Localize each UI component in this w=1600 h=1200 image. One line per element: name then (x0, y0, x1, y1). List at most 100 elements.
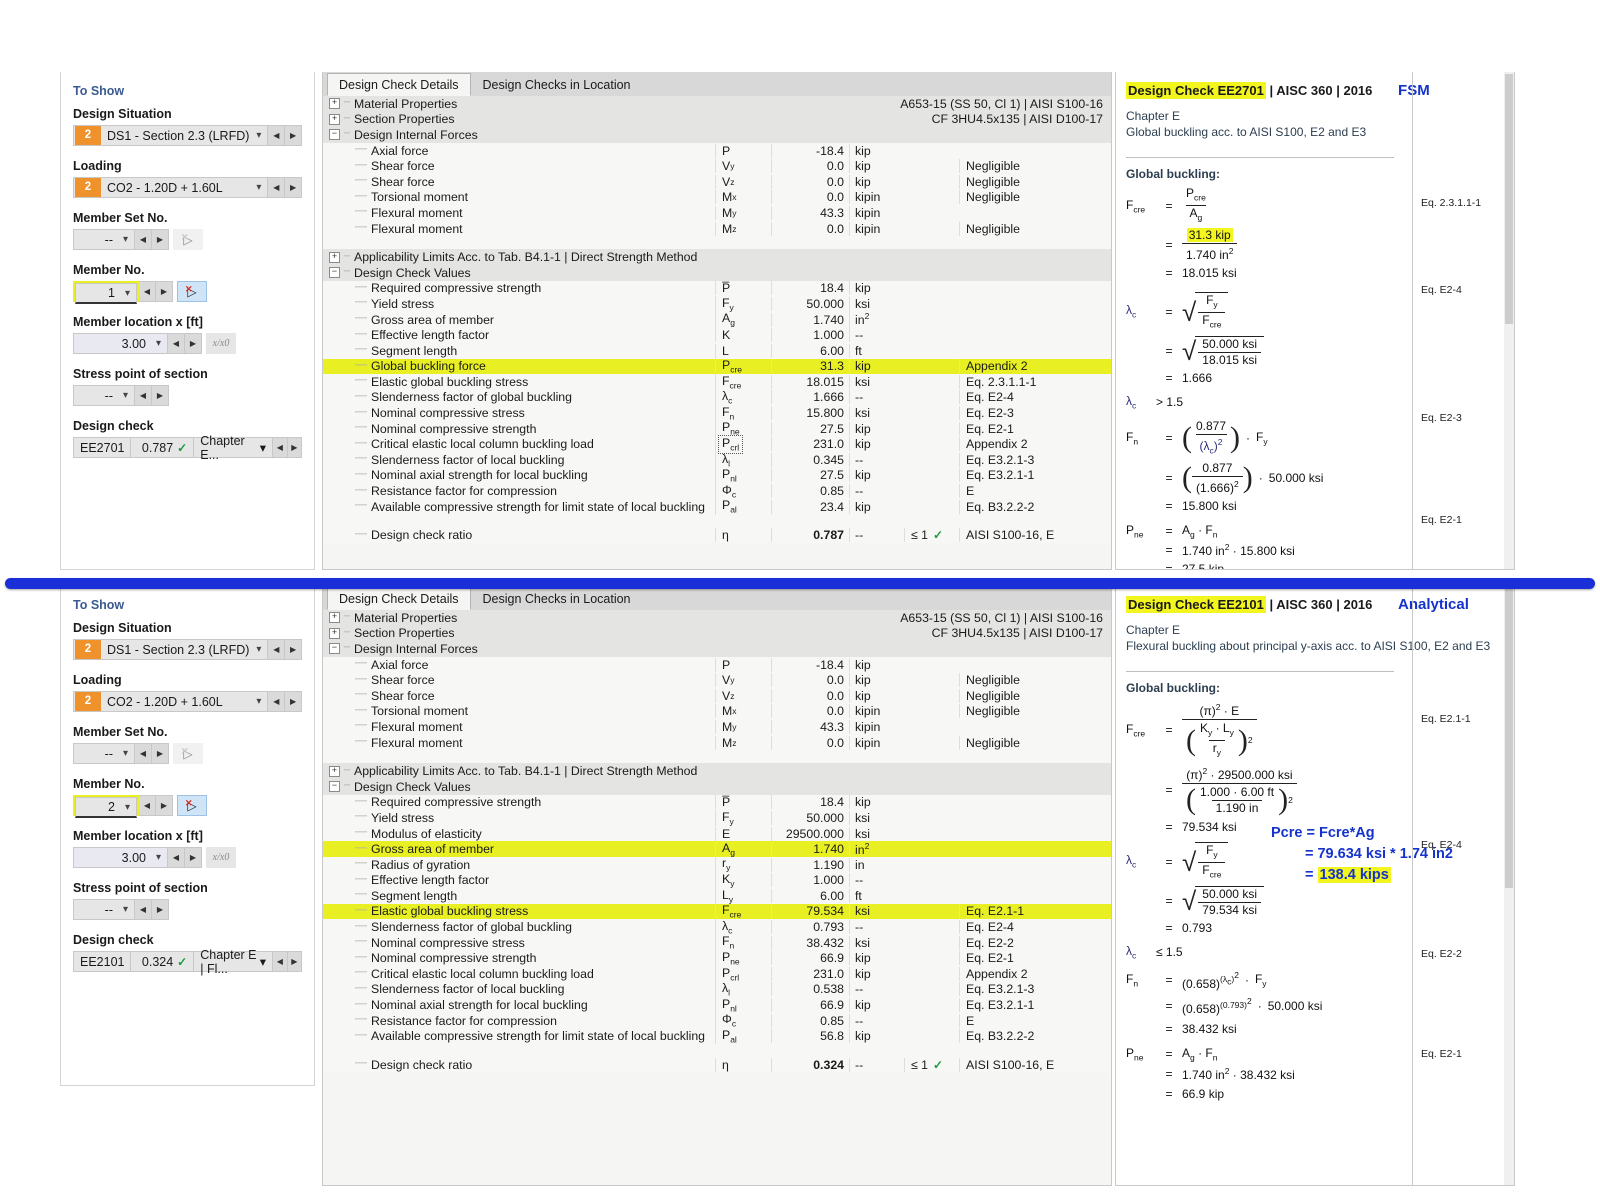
loading-next-button[interactable]: ▶ (285, 691, 303, 712)
design-check-prev-button[interactable]: ◀ (273, 951, 288, 972)
member-no-next-button[interactable]: ▶ (156, 795, 173, 816)
table-row[interactable]: ── Yield stress Fy 50.000 ksi (323, 295, 1111, 313)
table-row[interactable]: ── Slenderness factor of global buckling … (323, 918, 1111, 936)
expand-icon[interactable]: + (329, 627, 340, 639)
table-row[interactable]: ── Slenderness factor of local buckling λ… (323, 981, 1111, 998)
tab-design-checks-in-location[interactable]: Design Checks in Location (470, 73, 643, 96)
loading-next-button[interactable]: ▶ (285, 177, 303, 198)
design-check-chapter[interactable]: Chapter E | Fl... ▾ (193, 948, 274, 976)
group-row-material[interactable]: + ─ Material Properties A653-15 (SS 50, … (323, 610, 1111, 626)
member-set-combo[interactable]: -- ▾ (73, 229, 135, 250)
table-row[interactable]: ── Segment length Ly 6.00 ft (323, 887, 1111, 905)
group-row-internal-forces[interactable]: − ─ Design Internal Forces (323, 127, 1111, 143)
stress-point-combo[interactable]: -- ▾ (73, 899, 135, 920)
table-row[interactable]: ── Nominal axial strength for local buckl… (323, 467, 1111, 484)
member-set-row[interactable]: -- ▾ ◀ ▶ ✕ ▷ (73, 743, 302, 764)
table-row[interactable]: ── Shear force Vz 0.0 kip Negligible (323, 174, 1111, 190)
table-row[interactable]: ── Critical elastic local column buckling… (323, 435, 1111, 454)
stress-point-row[interactable]: -- ▾ ◀ ▶ (73, 385, 302, 406)
member-set-pick-button[interactable]: ✕ ▷ (173, 743, 203, 764)
group-row-section[interactable]: + ─ Section Properties CF 3HU4.5x135 | A… (323, 625, 1111, 642)
table-row[interactable]: ── Slenderness factor of local buckling λ… (323, 451, 1111, 469)
chevron-down-icon[interactable]: ▾ (150, 338, 167, 349)
scrollbar-thumb[interactable] (1505, 588, 1513, 888)
member-no-pick-button[interactable]: ✕ ▷ (177, 795, 207, 816)
table-row[interactable]: ── Nominal compressive strength Pne 27.5 … (323, 420, 1111, 437)
table-row[interactable]: ── Axial force P -18.4 kip (323, 657, 1111, 673)
member-location-next-button[interactable]: ▶ (185, 333, 202, 354)
table-row[interactable]: ── Flexural moment Mz 0.0 kipin Negligibl… (323, 735, 1111, 751)
collapse-icon[interactable]: − (329, 643, 340, 655)
design-check-row[interactable]: EE2101 0.324 ✓ Chapter E | Fl... ▾ ◀ ▶ (73, 948, 303, 976)
member-no-prev-button[interactable]: ◀ (139, 281, 156, 302)
member-no-prev-button[interactable]: ◀ (139, 795, 156, 816)
chevron-down-icon[interactable]: ▾ (119, 288, 136, 299)
member-no-combo[interactable]: 2 ▾ (75, 797, 137, 818)
design-check-chapter[interactable]: Chapter E... ▾ (193, 434, 274, 462)
expand-icon[interactable]: + (329, 765, 340, 777)
member-location-combo[interactable]: 3.00 ▾ (73, 847, 168, 868)
tab-design-checks-in-location[interactable]: Design Checks in Location (470, 587, 643, 610)
table-row[interactable]: ── Flexural moment My 43.3 kipin (323, 719, 1111, 735)
group-row-check-values[interactable]: − ─ Design Check Values (323, 264, 1111, 281)
table-row[interactable]: ── Shear force Vz 0.0 kip Negligible (323, 688, 1111, 704)
group-row-material[interactable]: + ─ Material Properties A653-15 (SS 50, … (323, 96, 1111, 112)
design-situation-next-button[interactable]: ▶ (285, 639, 303, 660)
expand-icon[interactable]: + (329, 251, 340, 263)
stress-point-next-button[interactable]: ▶ (152, 899, 169, 920)
scrollbar-thumb[interactable] (1505, 74, 1513, 324)
table-row[interactable]: ── Axial force P -18.4 kip (323, 143, 1111, 159)
member-no-pick-button[interactable]: ✕ ▷ (177, 281, 207, 302)
design-situation-prev-button[interactable]: ◀ (268, 125, 286, 146)
table-row[interactable]: ── Available compressive strength for lim… (323, 1028, 1111, 1045)
member-location-row[interactable]: 3.00 ▾ ◀ ▶ x/x0 (73, 333, 302, 354)
table-row[interactable]: ── Gross area of member Ag 1.740 in2 (323, 311, 1111, 328)
chevron-down-icon[interactable]: ▾ (250, 644, 267, 655)
design-check-row[interactable]: EE2701 0.787 ✓ Chapter E... ▾ ◀ ▶ (73, 434, 303, 462)
member-no-next-button[interactable]: ▶ (156, 281, 173, 302)
design-situation-prev-button[interactable]: ◀ (268, 639, 286, 660)
formula-scrollbar-bottom[interactable] (1504, 586, 1514, 1185)
expand-icon[interactable]: + (329, 612, 340, 624)
member-set-next-button[interactable]: ▶ (152, 743, 169, 764)
chevron-down-icon[interactable]: ▾ (250, 182, 267, 193)
chevron-down-icon[interactable]: ▾ (250, 696, 267, 707)
loading-prev-button[interactable]: ◀ (268, 691, 286, 712)
table-row[interactable]: ── Required compressive strength P̅ 18.4 … (323, 795, 1111, 811)
table-row[interactable]: ── Modulus of elasticity E 29500.000 ksi (323, 826, 1111, 842)
chevron-down-icon[interactable]: ▾ (117, 748, 134, 759)
group-row-applicability[interactable]: + ─ Applicability Limits Acc. to Tab. B4… (323, 249, 1111, 265)
table-row[interactable]: ── Nominal compressive stress Fn 15.800 k… (323, 404, 1111, 422)
chevron-down-icon[interactable]: ▾ (150, 852, 167, 863)
design-check-next-button[interactable]: ▶ (287, 437, 303, 458)
stress-point-next-button[interactable]: ▶ (152, 385, 169, 406)
loading-row[interactable]: 2 CO2 - 1.20D + 1.60L ▾ ◀ ▶ (73, 691, 303, 712)
table-row[interactable]: ── Global buckling force Pcre 31.3 kip Ap… (323, 358, 1111, 375)
table-row[interactable]: ── Yield stress Fy 50.000 ksi (323, 809, 1111, 827)
member-set-pick-button[interactable]: ✕ ▷ (173, 229, 203, 250)
expand-icon[interactable]: + (329, 98, 340, 110)
table-row[interactable]: ── Nominal compressive stress Fn 38.432 k… (323, 934, 1111, 951)
loading-combo[interactable]: 2 CO2 - 1.20D + 1.60L ▾ (73, 691, 269, 712)
stress-point-prev-button[interactable]: ◀ (135, 899, 152, 920)
design-situation-combo[interactable]: 2 DS1 - Section 2.3 (LRFD), 2. ▾ (73, 125, 269, 146)
chevron-down-icon[interactable]: ▾ (250, 130, 267, 141)
table-row[interactable]: ── Elastic global buckling stress Fcre 18… (323, 373, 1111, 391)
table-row[interactable]: ── Critical elastic local column buckling… (323, 965, 1111, 983)
table-row[interactable]: ── Required compressive strength P̅ 18.4 … (323, 281, 1111, 297)
table-row[interactable]: ── Segment length L 6.00 ft (323, 343, 1111, 359)
table-row[interactable]: ── Nominal compressive strength Pne 66.9 … (323, 950, 1111, 967)
expand-icon[interactable]: + (329, 113, 340, 125)
formula-scrollbar-top[interactable] (1504, 72, 1514, 569)
member-location-next-button[interactable]: ▶ (185, 847, 202, 868)
group-row-internal-forces[interactable]: − ─ Design Internal Forces (323, 641, 1111, 657)
group-row-check-values[interactable]: − ─ Design Check Values (323, 778, 1111, 795)
tab-design-check-details[interactable]: Design Check Details (327, 73, 471, 96)
table-row[interactable]: ── Flexural moment Mz 0.0 kipin Negligibl… (323, 221, 1111, 237)
x-over-x0-button[interactable]: x/x0 (206, 333, 236, 354)
table-row[interactable]: ── Available compressive strength for lim… (323, 498, 1111, 515)
table-row[interactable]: ── Shear force Vy 0.0 kip Negligible (323, 672, 1111, 688)
table-row[interactable]: ── Gross area of member Ag 1.740 in2 (323, 840, 1111, 858)
chevron-down-icon[interactable]: ▾ (260, 954, 266, 969)
loading-prev-button[interactable]: ◀ (268, 177, 286, 198)
